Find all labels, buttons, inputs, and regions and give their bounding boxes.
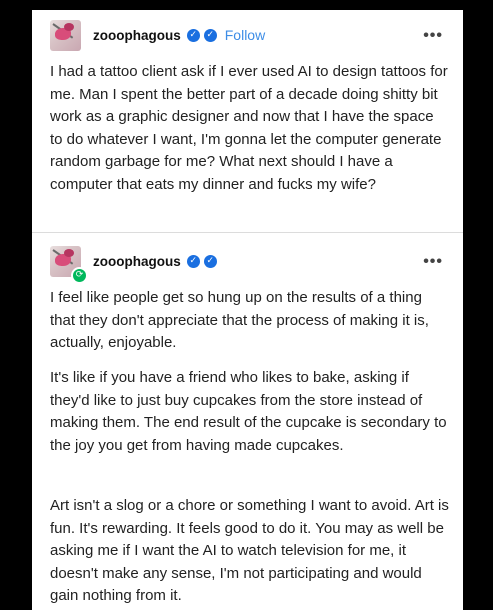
avatar[interactable] — [50, 19, 81, 51]
verified-badge-icon: ✓ — [203, 254, 217, 268]
follow-button[interactable]: Follow — [225, 27, 265, 43]
post-paragraph: It's like if you have a friend who likes… — [50, 369, 447, 454]
verified-badge-icon: ✓ — [186, 28, 200, 42]
post-paragraph: Art isn't a slog or a chore or something… — [50, 497, 449, 604]
more-options-icon[interactable]: ••• — [423, 253, 443, 271]
post-header: zooophagous ✓ ✓ Follow — [50, 18, 265, 52]
username-link[interactable]: zooophagous — [93, 254, 181, 269]
verified-badge-icon: ✓ — [186, 254, 200, 268]
reblog-header: ⟳ zooophagous ✓ ✓ — [50, 244, 217, 284]
verified-badge-icon: ✓ — [203, 28, 217, 42]
more-options-icon[interactable]: ••• — [423, 27, 443, 45]
avatar-wrapper: ⟳ — [50, 245, 88, 284]
username-link[interactable]: zooophagous — [93, 28, 181, 43]
post-text: I had a tattoo client ask if I ever used… — [50, 63, 448, 193]
post-paragraph: I feel like people get so hung up on the… — [50, 289, 429, 351]
post-card: zooophagous ✓ ✓ Follow ••• I had a tatto… — [32, 10, 463, 610]
reblog-icon: ⟳ — [71, 266, 88, 284]
divider — [32, 232, 463, 233]
